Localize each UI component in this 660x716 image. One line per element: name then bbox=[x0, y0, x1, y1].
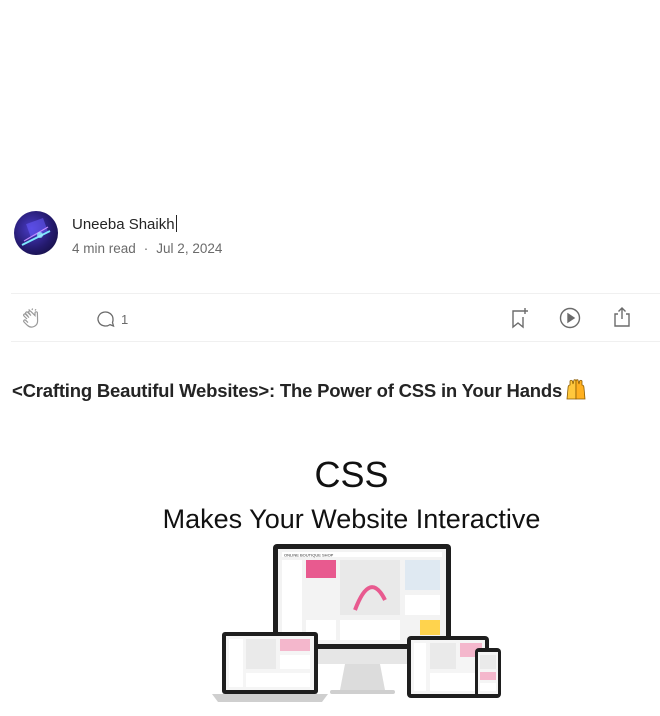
top-divider bbox=[11, 293, 660, 294]
read-time: 4 min read bbox=[72, 241, 136, 256]
bookmark-add-icon[interactable] bbox=[507, 306, 531, 335]
author-avatar[interactable] bbox=[14, 211, 58, 255]
devices-illustration: ONLINE BOUTIQUE SHOP bbox=[212, 544, 501, 702]
bottom-divider bbox=[11, 341, 660, 342]
play-icon[interactable] bbox=[558, 306, 582, 335]
response-count[interactable]: 1 bbox=[121, 312, 128, 327]
monitor-brand-text: ONLINE BOUTIQUE SHOP bbox=[284, 553, 334, 558]
publish-date: Jul 2, 2024 bbox=[156, 241, 223, 256]
story-meta: 4 min read · Jul 2, 2024 bbox=[72, 241, 222, 256]
article-title: <Crafting Beautiful Websites>: The Power… bbox=[12, 377, 588, 406]
author-name[interactable]: Uneeba Shaikh bbox=[72, 215, 177, 233]
meta-separator: · bbox=[143, 241, 149, 256]
raising-hands-emoji bbox=[564, 377, 588, 406]
share-icon[interactable] bbox=[610, 305, 634, 334]
article-title-text: <Crafting Beautiful Websites>: The Power… bbox=[12, 380, 563, 401]
text-cursor bbox=[175, 215, 177, 232]
clap-icon[interactable] bbox=[20, 307, 44, 336]
comment-icon[interactable] bbox=[95, 308, 117, 335]
author-name-text[interactable]: Uneeba Shaikh bbox=[72, 216, 175, 233]
hero-image: CSS Makes Your Website Interactive ONLIN… bbox=[130, 450, 570, 716]
